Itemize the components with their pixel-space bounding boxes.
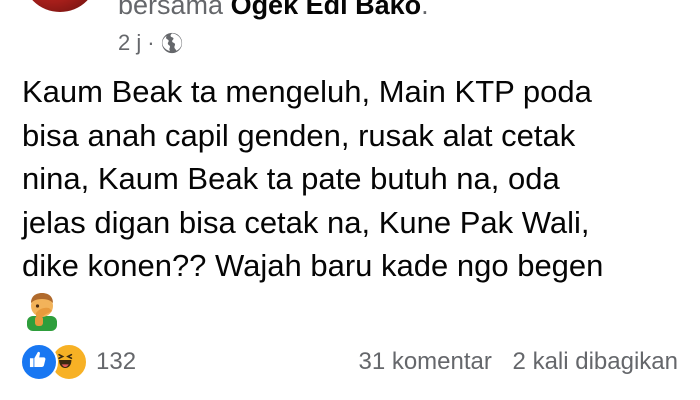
post-time[interactable]: 2 j (118, 30, 141, 56)
post-text-line: dike konen?? Wajah baru kade ngo begen (22, 248, 604, 283)
post-meta: 2 j · (118, 28, 183, 58)
man-facepalming-emoji (27, 293, 57, 331)
post-header: bersama Ogek Edi Bako. (0, 0, 700, 60)
post-text-line: nina, Kaum Beak ta pate butuh na, oda (22, 161, 560, 196)
post-text-line: bisa anah capil genden, rusak alat cetak (22, 117, 576, 153)
post-text-line: jelas digan bisa cetak na, Kune Pak Wali… (22, 204, 590, 240)
meta-separator: · (147, 30, 155, 55)
comments-count[interactable]: 31 komentar (358, 348, 491, 375)
reaction-count: 132 (96, 348, 137, 375)
shares-count[interactable]: 2 kali dibagikan (513, 348, 678, 375)
author-prefix: bersama (118, 0, 224, 20)
author-suffix: . (421, 0, 429, 20)
avatar[interactable] (22, 0, 98, 12)
engagement-stats: 31 komentar 2 kali dibagikan (358, 348, 678, 376)
post-footer: 132 31 komentar 2 kali dibagikan (0, 340, 700, 384)
globe-icon[interactable] (161, 32, 183, 54)
author-name[interactable]: Ogek Edi Bako (231, 0, 422, 20)
reaction-summary[interactable]: 132 (20, 343, 137, 381)
post-body: Kaum Beak ta mengeluh, Main KTP poda bis… (22, 70, 692, 288)
like-icon (20, 343, 58, 381)
post-text-line: Kaum Beak ta mengeluh, Main KTP poda (22, 74, 592, 109)
author-line: bersama Ogek Edi Bako. (118, 0, 429, 20)
